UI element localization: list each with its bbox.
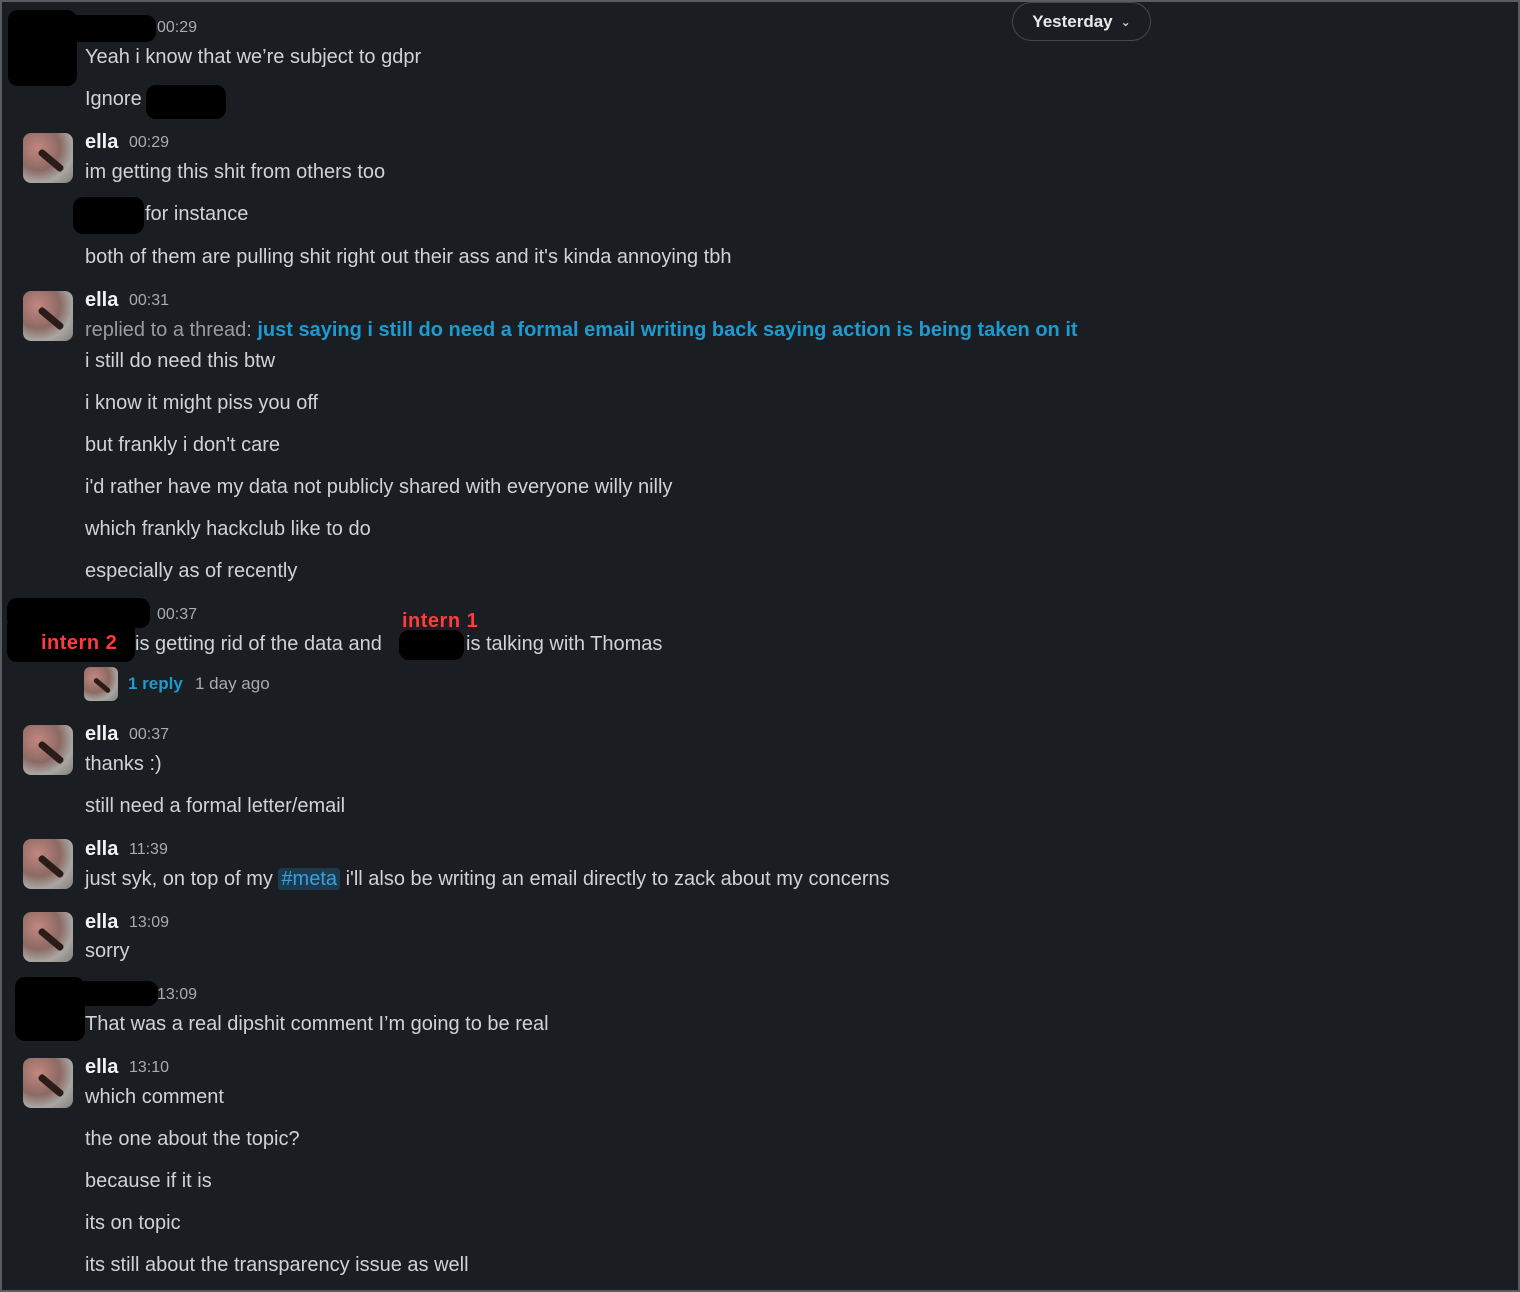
message-text: its on topic xyxy=(85,1212,181,1234)
thread-link[interactable]: just saying i still do need a formal ema… xyxy=(257,319,1077,341)
author-name[interactable]: ella xyxy=(85,131,118,154)
message-text: its still about the transparency issue a… xyxy=(85,1254,469,1276)
message-text: sorry xyxy=(85,940,130,962)
message-timestamp[interactable]: 13:10 xyxy=(129,1059,169,1077)
message-timestamp[interactable]: 00:37 xyxy=(129,726,169,744)
message-timestamp[interactable]: 13:09 xyxy=(157,986,197,1004)
message-text: which comment xyxy=(85,1086,224,1108)
message-text: im getting this shit from others too xyxy=(85,161,386,183)
message-text: especially as of recently xyxy=(85,560,298,582)
message-text: i'd rather have my data not publicly sha… xyxy=(85,476,673,498)
date-divider-label: Yesterday xyxy=(1032,11,1113,31)
message-text: because if it is xyxy=(85,1170,212,1192)
message-text: for instance xyxy=(145,203,249,225)
avatar[interactable] xyxy=(23,1058,73,1108)
avatar[interactable] xyxy=(23,839,73,889)
chevron-down-icon: ⌄ xyxy=(1120,14,1131,29)
thread-reply-count[interactable]: 1 reply xyxy=(128,674,183,694)
redacted-author-name xyxy=(64,15,156,42)
message-text: Ignore xyxy=(85,88,142,110)
message-timestamp[interactable]: 00:29 xyxy=(157,19,197,37)
redacted-mention xyxy=(399,630,464,660)
message-text: both of them are pulling shit right out … xyxy=(85,246,732,268)
avatar[interactable] xyxy=(23,133,73,183)
redacted-mention xyxy=(73,197,144,234)
redacted-mention xyxy=(146,85,226,119)
redacted-author-name xyxy=(63,981,158,1006)
message-timestamp[interactable]: 00:29 xyxy=(129,134,169,152)
thread-reply-time: 1 day ago xyxy=(195,674,270,693)
author-name[interactable]: ella xyxy=(85,1056,118,1079)
message-text: That was a real dipshit comment I’m goin… xyxy=(85,1013,549,1035)
reply-avatar[interactable] xyxy=(84,667,118,701)
avatar[interactable] xyxy=(23,912,73,962)
message-text: just syk, on top of my xyxy=(85,868,273,890)
message-timestamp[interactable]: 00:37 xyxy=(157,606,197,624)
author-name[interactable]: ella xyxy=(85,911,118,934)
avatar[interactable] xyxy=(23,725,73,775)
annotation-intern-2: intern 2 xyxy=(41,632,118,654)
message-text: Yeah i know that we’re subject to gdpr xyxy=(85,46,422,68)
avatar[interactable] xyxy=(23,291,73,341)
message-text: the one about the topic? xyxy=(85,1128,300,1150)
message-text: i know it might piss you off xyxy=(85,392,319,414)
author-name[interactable]: ella xyxy=(85,289,118,312)
message-text-line: just syk, on top of my #meta i'll also b… xyxy=(85,868,890,891)
message-text: i still do need this btw xyxy=(85,350,276,372)
message-text: is talking with Thomas xyxy=(466,633,663,655)
thread-prefix: replied to a thread: xyxy=(85,319,252,341)
message-timestamp[interactable]: 11:39 xyxy=(129,841,168,859)
message-text: thanks :) xyxy=(85,753,162,775)
thread-reply-line: replied to a thread: just saying i still… xyxy=(85,319,1078,342)
message-timestamp[interactable]: 00:31 xyxy=(129,292,169,310)
author-name[interactable]: ella xyxy=(85,723,118,746)
author-name[interactable]: ella xyxy=(85,838,118,861)
date-divider-button[interactable]: Yesterday ⌄ xyxy=(1012,2,1151,41)
channel-mention-link[interactable]: #meta xyxy=(278,868,341,890)
message-text: is getting rid of the data and xyxy=(135,633,382,655)
message-text: but frankly i don't care xyxy=(85,434,281,456)
message-text: i'll also be writing an email directly t… xyxy=(345,868,890,890)
message-text: which frankly hackclub like to do xyxy=(85,518,371,540)
message-timestamp[interactable]: 13:09 xyxy=(129,914,169,932)
message-text: still need a formal letter/email xyxy=(85,795,346,817)
